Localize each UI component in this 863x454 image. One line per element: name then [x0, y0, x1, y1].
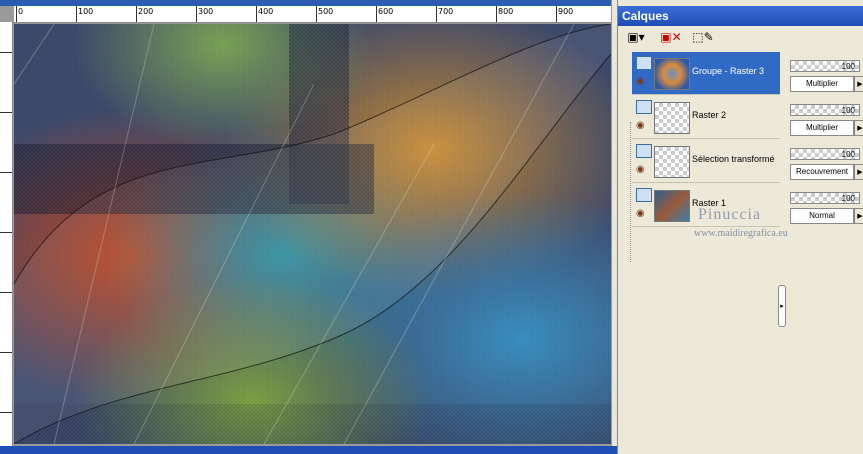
horizontal-ruler: 0 100 200 300 400 500 600 700 800 900	[14, 6, 611, 23]
ruler-tick	[256, 6, 257, 22]
layer-name: Raster 2	[692, 110, 727, 120]
ruler-label: 600	[378, 7, 394, 16]
layer-props-row: 100 Multiplier ▶	[790, 98, 863, 140]
blend-dropdown-arrow-icon[interactable]: ▶	[854, 208, 863, 224]
eye-icon[interactable]: ◉	[636, 208, 645, 219]
ruler-tick	[76, 6, 77, 22]
ruler-tick	[16, 6, 17, 22]
panel-title: Calques	[618, 6, 863, 26]
horizontal-scrollbar[interactable]	[0, 446, 617, 454]
vertical-ruler	[0, 22, 13, 452]
opacity-slider[interactable]: 100	[790, 60, 860, 72]
ruler-label: 300	[198, 7, 214, 16]
new-layer-icon: ▣▾	[627, 30, 645, 44]
ruler-tick	[0, 412, 12, 413]
ruler-label: 100	[78, 7, 94, 16]
layer-props-row: 100 Normal ▶	[790, 186, 863, 228]
eye-icon[interactable]: ◉	[636, 164, 645, 175]
edit-selection-button[interactable]: ⬚✎	[692, 28, 714, 46]
ruler-label: 900	[558, 7, 574, 16]
ruler-tick	[0, 172, 12, 173]
ruler-tick	[0, 232, 12, 233]
layers-panel: Calques ▣▾ ▣✕ ⬚✎ ◉ Groupe - Raster 3 ◉ R…	[617, 0, 863, 454]
layer-thumbnail	[654, 190, 690, 222]
blend-mode-select[interactable]: Recouvrement	[790, 164, 854, 180]
layer-type-icon	[636, 144, 652, 158]
eye-icon[interactable]: ◉	[636, 76, 645, 87]
ruler-tick	[0, 112, 12, 113]
layer-row-raster-2[interactable]: ◉ Raster 2	[632, 96, 780, 139]
ruler-label: 0	[18, 7, 24, 16]
blend-dropdown-arrow-icon[interactable]: ▶	[854, 120, 863, 136]
layers-toolbar: ▣▾ ▣✕ ⬚✎	[618, 26, 863, 48]
image-canvas[interactable]	[14, 24, 611, 444]
layer-thumbnail	[654, 146, 690, 178]
brush-icon: ⬚✎	[692, 30, 714, 44]
layer-name: Groupe - Raster 3	[692, 66, 765, 76]
eye-icon[interactable]: ◉	[636, 120, 645, 131]
ruler-tick	[0, 352, 12, 353]
layer-props-row: 100 Recouvrement ▶	[790, 142, 863, 184]
opacity-slider[interactable]: 100	[790, 148, 860, 160]
canvas-artwork	[14, 24, 611, 444]
delete-layer-button[interactable]: ▣✕	[660, 28, 682, 46]
new-layer-button[interactable]: ▣▾	[622, 28, 650, 46]
ruler-tick	[316, 6, 317, 22]
ruler-tick	[556, 6, 557, 22]
ruler-label: 400	[258, 7, 274, 16]
opacity-slider[interactable]: 100	[790, 192, 860, 204]
ruler-tick	[376, 6, 377, 22]
panel-splitter-handle[interactable]: ▸	[778, 285, 786, 327]
layer-thumbnail	[654, 58, 690, 90]
blend-mode-select[interactable]: Multiplier	[790, 120, 854, 136]
blend-dropdown-arrow-icon[interactable]: ▶	[854, 76, 863, 92]
layer-list: ◉ Groupe - Raster 3 ◉ Raster 2 ◉ Sélecti…	[622, 50, 782, 262]
layer-row-selection-transforme[interactable]: ◉ Sélection transformé	[632, 140, 780, 183]
ruler-tick	[436, 6, 437, 22]
layer-type-icon	[636, 188, 652, 202]
layer-name: Sélection transformé	[692, 154, 775, 164]
delete-layer-icon: ▣✕	[660, 30, 682, 44]
blend-mode-select[interactable]: Multiplier	[790, 76, 854, 92]
layer-type-icon	[636, 56, 652, 70]
ruler-tick	[0, 52, 12, 53]
ruler-tick	[136, 6, 137, 22]
ruler-tick	[196, 6, 197, 22]
ruler-label: 200	[138, 7, 154, 16]
layer-type-icon	[636, 100, 652, 114]
ruler-label: 800	[498, 7, 514, 16]
ruler-tick	[0, 292, 12, 293]
layer-thumbnail	[654, 102, 690, 134]
watermark-signature: Pinuccia	[698, 206, 762, 223]
opacity-slider[interactable]: 100	[790, 104, 860, 116]
layer-row-groupe-raster-3[interactable]: ◉ Groupe - Raster 3	[632, 52, 780, 95]
blend-mode-select[interactable]: Normal	[790, 208, 854, 224]
canvas-area[interactable]: 0 100 200 300 400 500 600 700 800 900	[0, 0, 618, 454]
ruler-label: 500	[318, 7, 334, 16]
blend-dropdown-arrow-icon[interactable]: ▶	[854, 164, 863, 180]
layer-props-row: 100 Multiplier ▶	[790, 54, 863, 96]
ruler-tick	[496, 6, 497, 22]
ruler-label: 700	[438, 7, 454, 16]
watermark-url: www.maidiregrafica.eu	[694, 228, 788, 239]
